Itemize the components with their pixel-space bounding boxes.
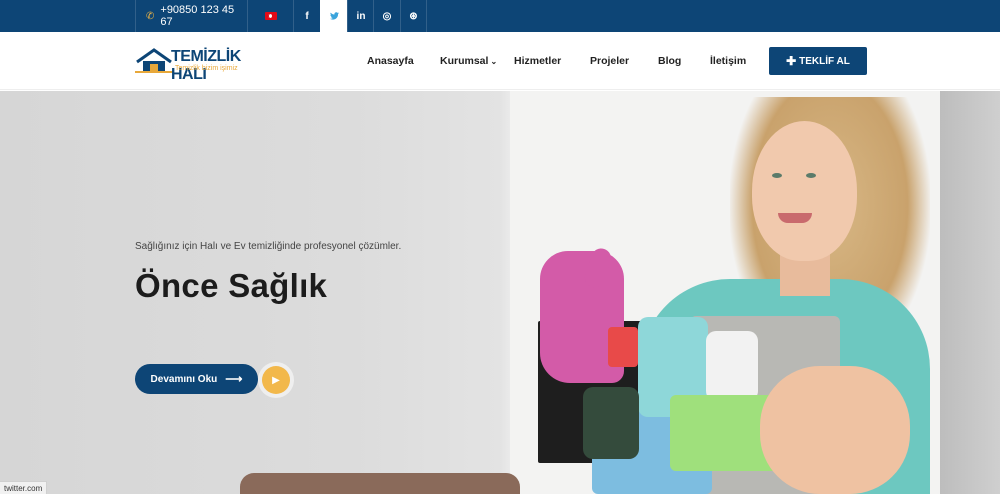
phone-number: +90850 123 45 67 <box>160 4 235 28</box>
instagram-link[interactable]: ◎ <box>373 0 400 32</box>
house-logo-icon <box>135 48 173 73</box>
get-quote-button[interactable]: ✚ TEKLİF AL <box>769 47 867 75</box>
logo-tagline: Temizlik bizim işimiz <box>175 65 238 72</box>
hero-title: Önce Sağlık <box>135 267 328 304</box>
hero-background-right <box>940 91 1000 494</box>
linkedin-link[interactable]: in <box>347 0 374 32</box>
nav-home[interactable]: Anasayfa <box>367 32 414 90</box>
eye-shape <box>772 173 782 178</box>
nav-projects[interactable]: Projeler <box>590 32 629 90</box>
nav-label: İletişim <box>710 55 747 67</box>
top-bar: ✆ +90850 123 45 67 f in ◎ ⊛ <box>0 0 1000 32</box>
hero-section: Sağlığınız için Halı ve Ev temizliğinde … <box>0 91 1000 494</box>
nav-services[interactable]: Hizmetler <box>514 32 561 90</box>
play-icon: ▶ <box>272 374 280 386</box>
dribbble-link[interactable]: ⊛ <box>400 0 427 32</box>
twitter-link[interactable] <box>320 0 347 32</box>
hero-subtitle: Sağlığınız için Halı ve Ev temizliğinde … <box>135 241 402 252</box>
main-header: TEMİZLİK HALI Temizlik bizim işimiz Anas… <box>0 32 1000 90</box>
face-shape <box>752 121 857 261</box>
nav-contact[interactable]: İletişim <box>710 32 746 90</box>
nav-label: Hizmetler <box>514 55 562 67</box>
brush-shape <box>583 387 639 459</box>
bottle-shape <box>706 331 758 401</box>
nav-label: Anasayfa <box>367 55 414 67</box>
site-logo[interactable]: TEMİZLİK HALI Temizlik bizim işimiz <box>135 46 247 83</box>
get-quote-label: TEKLİF AL <box>799 55 850 67</box>
dribbble-icon: ⊛ <box>409 10 418 22</box>
plus-icon: ✚ <box>786 54 797 68</box>
facebook-icon: f <box>305 10 309 22</box>
nav-blog[interactable]: Blog <box>658 32 681 90</box>
turkey-flag-icon <box>264 12 277 20</box>
nav-label: Projeler <box>590 55 630 67</box>
chevron-down-icon: ⌄ <box>490 56 498 66</box>
facebook-link[interactable]: f <box>293 0 320 32</box>
arrow-right-icon: ⟶ <box>225 372 243 386</box>
nav-label: Kurumsal <box>440 55 489 67</box>
hero-background-sofa <box>240 473 520 494</box>
instagram-icon: ◎ <box>382 10 392 22</box>
language-selector[interactable] <box>247 0 293 32</box>
read-more-label: Devamını Oku <box>150 373 218 385</box>
read-more-button[interactable]: Devamını Oku ⟶ <box>135 364 258 394</box>
nav-corporate[interactable]: Kurumsal ⌄ <box>440 32 497 90</box>
eye-shape <box>806 173 816 178</box>
phone-icon: ✆ <box>146 10 155 22</box>
arm-shape <box>760 366 910 494</box>
mouth-shape <box>778 213 812 223</box>
twitter-icon <box>329 12 339 20</box>
play-video-button[interactable]: ▶ <box>262 366 290 394</box>
nav-label: Blog <box>658 55 682 67</box>
browser-status-bar: twitter.com <box>0 481 48 494</box>
bottle-shape <box>608 327 638 367</box>
linkedin-icon: in <box>356 10 366 22</box>
phone-contact[interactable]: ✆ +90850 123 45 67 <box>135 0 247 32</box>
